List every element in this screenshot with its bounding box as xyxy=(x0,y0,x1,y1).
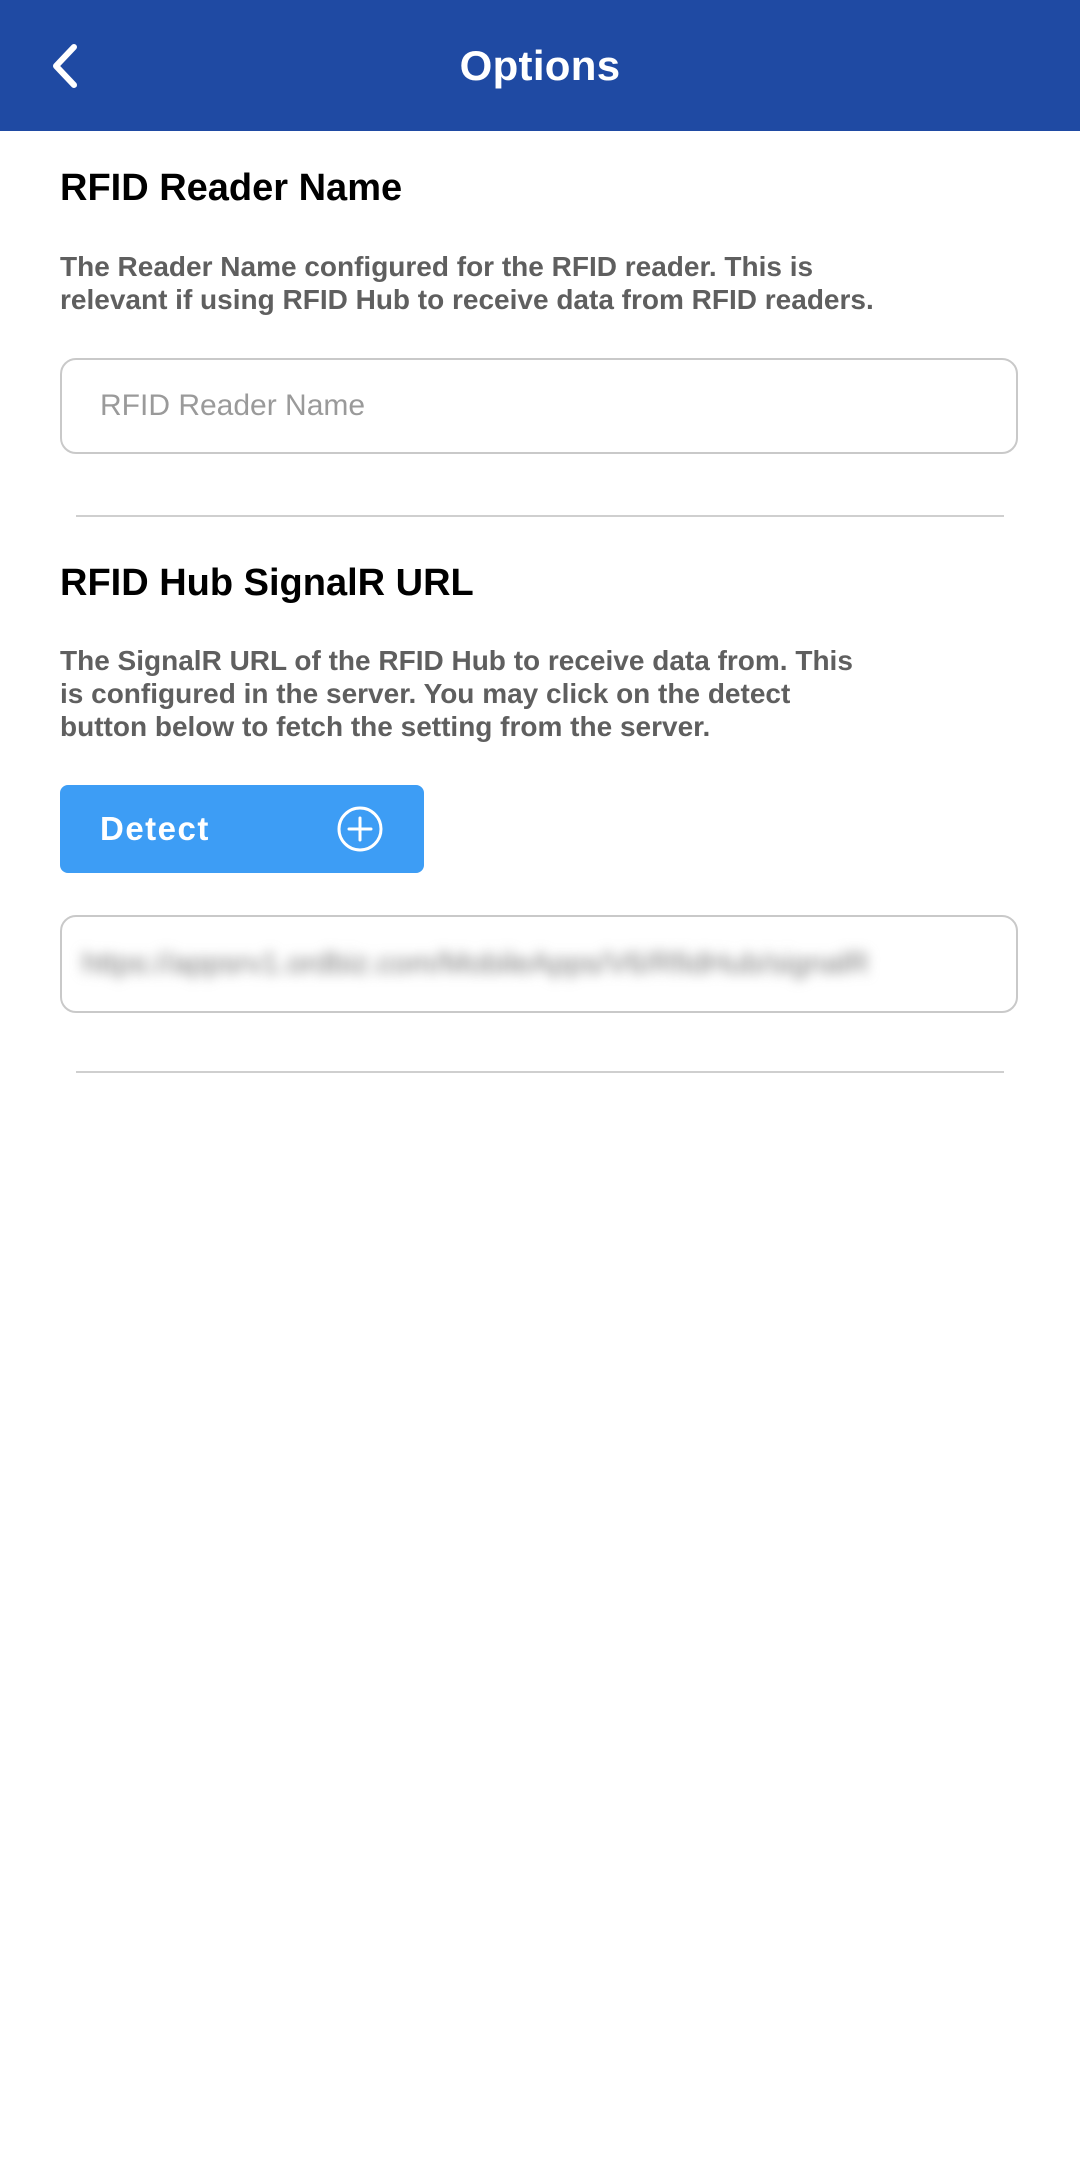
detect-button[interactable]: Detect xyxy=(60,785,424,873)
reader-name-heading: RFID Reader Name xyxy=(60,167,403,209)
signalr-url-heading: RFID Hub SignalR URL xyxy=(60,562,474,604)
signalr-url-field[interactable]: https://appsrv1.ordbiz.com/MobileApps/V6… xyxy=(60,915,1018,1013)
reader-name-description: The Reader Name configured for the RFID … xyxy=(60,251,874,315)
detect-button-label: Detect xyxy=(100,810,210,847)
section-divider xyxy=(76,515,1004,517)
page-title: Options xyxy=(459,42,621,89)
section-divider xyxy=(76,1071,1004,1073)
reader-name-input[interactable] xyxy=(60,358,1018,454)
signalr-url-value: https://appsrv1.ordbiz.com/MobileApps/V6… xyxy=(82,947,870,980)
plus-circle-icon xyxy=(337,806,383,852)
app-header: Options xyxy=(0,0,1080,131)
signalr-url-description: The SignalR URL of the RFID Hub to recei… xyxy=(60,645,853,742)
